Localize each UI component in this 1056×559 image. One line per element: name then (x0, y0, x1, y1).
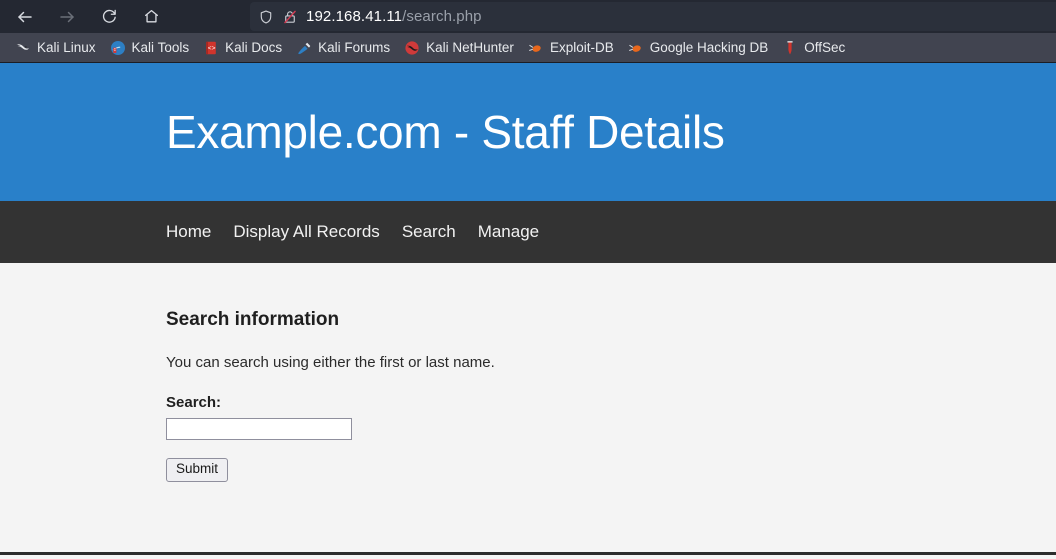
url-path: /search.php (402, 8, 482, 25)
offsec-icon (782, 40, 798, 56)
content-description: You can search using either the first or… (166, 354, 495, 371)
search-form: Search: Submit (166, 394, 1056, 482)
url-bar[interactable]: 192.168.41.11/search.php (250, 2, 1056, 31)
bookmark-google-hacking-db[interactable]: Google Hacking DB (621, 35, 776, 61)
kali-dragon-icon (15, 40, 31, 56)
nav-link-search[interactable]: Search (402, 222, 456, 242)
kali-nethunter-icon (404, 40, 420, 56)
bookmark-exploit-db[interactable]: Exploit-DB (521, 35, 621, 61)
search-field-label: Search: (166, 394, 222, 411)
search-input[interactable] (166, 418, 352, 440)
bookmark-label: Kali Forums (318, 40, 391, 55)
bookmark-label: Kali Docs (225, 40, 283, 55)
bookmark-label: Kali Tools (131, 40, 190, 55)
back-button[interactable] (10, 2, 40, 32)
bookmark-kali-linux[interactable]: Kali Linux (8, 35, 103, 61)
bookmark-kali-docs[interactable]: <> Kali Docs (196, 35, 289, 61)
navigation-button-group (0, 2, 166, 32)
bookmark-label: Exploit-DB (549, 40, 614, 55)
nav-link-manage[interactable]: Manage (478, 222, 539, 242)
nav-link-home[interactable]: Home (166, 222, 211, 242)
url-host: 192.168.41.11 (306, 8, 403, 25)
forward-button[interactable] (52, 2, 82, 32)
bookmark-kali-nethunter[interactable]: Kali NetHunter (397, 35, 521, 61)
bookmark-label: Kali NetHunter (426, 40, 514, 55)
bookmark-label: Kali Linux (37, 40, 96, 55)
kali-docs-icon: <> (203, 40, 219, 56)
main-content: Search information You can search using … (0, 263, 1056, 555)
web-page-content: Example.com - Staff Details Home Display… (0, 63, 1056, 555)
kali-tools-icon (110, 40, 126, 56)
bookmark-label: OffSec (804, 40, 846, 55)
browser-chrome: 192.168.41.11/search.php Kali Linux Kali… (0, 0, 1056, 63)
shield-icon[interactable] (258, 9, 274, 25)
bookmark-label: Google Hacking DB (649, 40, 769, 55)
content-heading: Search information (166, 309, 340, 330)
submit-button[interactable]: Submit (166, 458, 229, 482)
bookmark-kali-forums[interactable]: Kali Forums (289, 35, 397, 61)
browser-toolbar: 192.168.41.11/search.php (0, 0, 1056, 33)
nav-link-display-all-records[interactable]: Display All Records (233, 222, 379, 242)
google-hacking-db-icon (628, 40, 644, 56)
page-title: Example.com - Staff Details (166, 106, 725, 158)
reload-button[interactable] (94, 2, 124, 32)
home-button[interactable] (136, 2, 166, 32)
url-text[interactable]: 192.168.41.11/search.php (306, 8, 482, 25)
svg-text:<>: <> (208, 45, 216, 52)
bookmark-offsec[interactable]: OffSec (775, 35, 852, 61)
padlock-crossed-icon[interactable] (282, 9, 298, 25)
bookmarks-bar: Kali Linux Kali Tools <> Kali Docs Kali … (0, 33, 1056, 63)
exploit-db-icon (528, 40, 544, 56)
bookmark-kali-tools[interactable]: Kali Tools (103, 35, 197, 61)
site-navigation: Home Display All Records Search Manage (0, 201, 1056, 263)
site-header-banner: Example.com - Staff Details (0, 63, 1056, 201)
page-bottom-edge (0, 552, 1056, 555)
kali-forums-icon (296, 40, 312, 56)
